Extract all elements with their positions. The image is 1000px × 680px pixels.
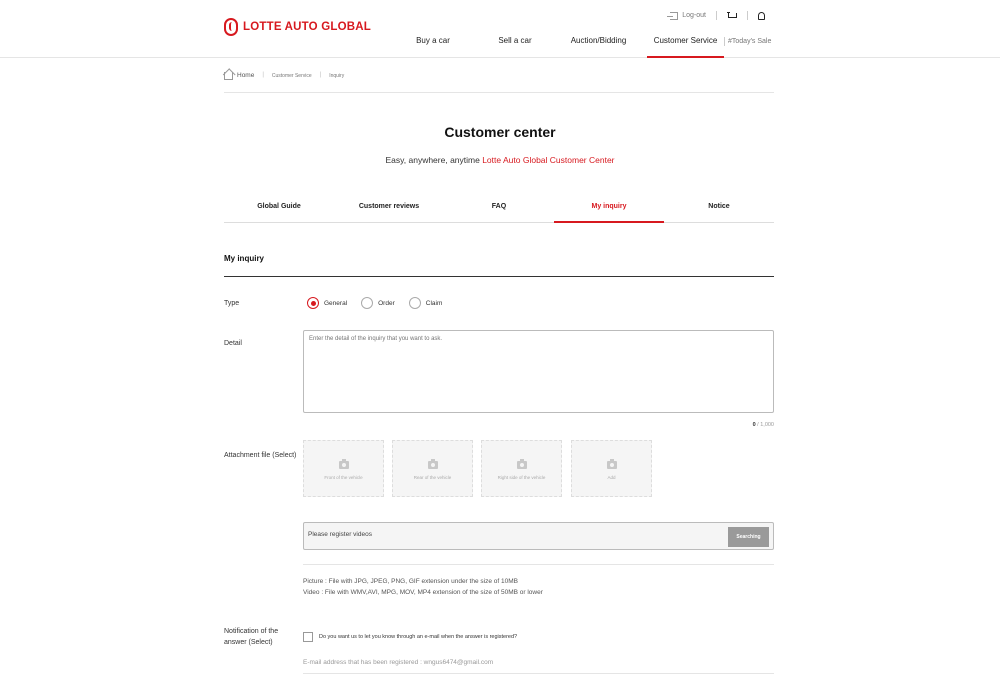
section-divider [224,276,774,277]
attach-front-of-vehicle[interactable]: Front of the vehicle [303,440,384,497]
breadcrumb-home[interactable]: Home [237,72,254,79]
video-upload-box: Searching [303,522,774,550]
character-max: / 1,000 [757,422,774,428]
page-title: Customer center [444,124,556,140]
lotte-logo-icon [224,18,238,36]
logout-label: Log-out [682,12,706,19]
registered-email-note: E-mail address that has been registered … [303,659,494,666]
breadcrumb-separator: | [262,72,264,78]
nav-customer-service[interactable]: Customer Service [647,30,724,58]
attach-slot-label: Right side of the vehicle [497,475,546,480]
page-subtitle: Easy, anywhere, anytime Lotte Auto Globa… [0,155,1000,165]
attachment-label: Attachment file (Select) [224,452,297,459]
notification-label-line2: answer (Select) [224,639,273,646]
attach-add[interactable]: Add [571,440,652,497]
breadcrumb-customer-service[interactable]: Customer Service [272,73,312,79]
camera-icon [427,459,438,469]
nav-buy-a-car[interactable]: Buy a car [386,30,480,58]
radio-order-label: Order [378,299,395,307]
logout-icon [667,11,679,20]
video-file-note: Video : File with WMV,AVI, MPG, MOV, MP4… [303,589,543,596]
radio-general[interactable]: General [307,297,347,309]
site-header: LOTTE AUTO GLOBAL Log-out Buy a car Sell… [0,0,1000,58]
tab-faq[interactable]: FAQ [444,193,554,222]
divider [747,11,748,20]
email-notification-checkbox[interactable] [303,632,313,642]
tab-global-guide[interactable]: Global Guide [224,193,334,222]
camera-icon [338,459,349,469]
divider [303,564,774,565]
attach-rear-of-vehicle[interactable]: Rear of the vehicle [392,440,473,497]
breadcrumb-separator: | [319,72,322,78]
divider [716,11,717,20]
searching-button[interactable]: Searching [728,527,769,547]
utility-menu: Log-out [667,10,765,21]
nav-todays-sale[interactable]: #Today's Sale [724,37,771,46]
video-input[interactable] [308,531,708,538]
cart-icon[interactable] [727,11,737,20]
nav-sell-a-car[interactable]: Sell a car [480,30,550,58]
subtitle-text: Easy, anywhere, anytime [385,155,483,165]
main-navigation: Buy a car Sell a car Auction/Bidding Cus… [386,30,771,58]
lotte-auto-global-logo[interactable]: LOTTE AUTO GLOBAL [224,18,371,36]
bell-icon[interactable] [758,11,765,20]
notification-label-line1: Notification of the [224,628,279,635]
nav-auction-bidding[interactable]: Auction/Bidding [550,30,647,58]
logout-link[interactable]: Log-out [667,11,706,20]
breadcrumb-inquiry: Inquiry [329,73,345,79]
attach-slot-label: Add [607,475,616,480]
customer-center-tabs: Global Guide Customer reviews FAQ My inq… [224,193,774,223]
detail-label: Detail [224,340,242,347]
radio-order[interactable]: Order [361,297,395,309]
tab-my-inquiry[interactable]: My inquiry [554,193,664,223]
character-counter: 0 / 1,000 [740,422,774,428]
section-title: My inquiry [224,254,265,263]
character-count: 0 [752,422,756,428]
detail-textarea[interactable] [303,330,774,413]
radio-claim-label: Claim [425,299,443,307]
breadcrumb: Home | Customer Service | Inquiry [224,70,774,93]
email-notification-label[interactable]: Do you want us to let you know through a… [319,634,517,640]
type-radio-group: General Order Claim [307,297,442,309]
attach-slot-label: Front of the vehicle [324,475,363,480]
tab-notice[interactable]: Notice [664,193,774,222]
picture-file-note: Picture : File with JPG, JPEG, PNG, GIF … [303,578,518,585]
camera-icon [606,459,617,469]
type-label: Type [224,300,240,307]
subtitle-highlight: Lotte Auto Global Customer Center [482,155,615,165]
divider [303,673,774,674]
radio-claim-circle[interactable] [408,297,421,309]
camera-icon [516,459,527,469]
logo-text: LOTTE AUTO GLOBAL [243,21,371,33]
attach-right-side-of-vehicle[interactable]: Right side of the vehicle [481,440,562,497]
radio-order-circle[interactable] [361,297,374,309]
home-icon[interactable] [224,72,233,80]
radio-general-circle[interactable] [307,297,319,309]
attach-slot-label: Rear of the vehicle [413,475,452,480]
tab-customer-reviews[interactable]: Customer reviews [334,193,444,222]
radio-general-label: General [324,299,348,307]
radio-claim[interactable]: Claim [408,297,443,309]
